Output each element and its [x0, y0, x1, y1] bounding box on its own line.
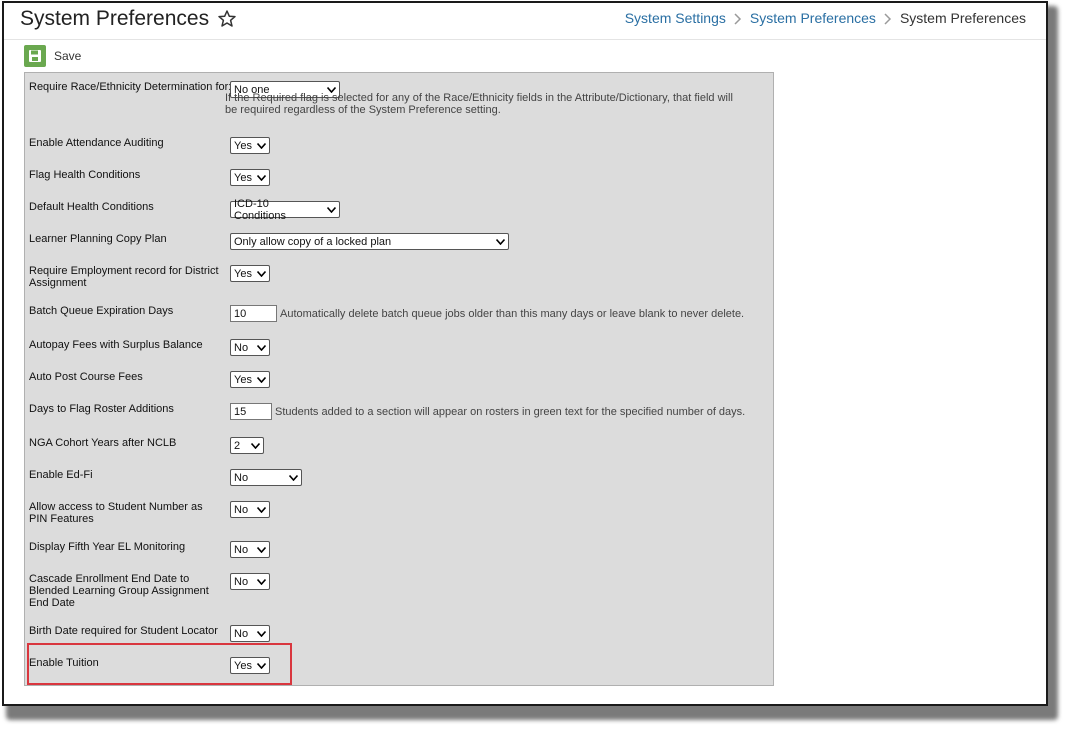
chevron-down-icon — [257, 546, 266, 553]
tuition-highlight-box — [27, 643, 292, 685]
learner-planning-select[interactable]: Only allow copy of a locked plan — [230, 233, 509, 250]
chevron-down-icon — [496, 238, 505, 245]
control-wrap: No — [230, 541, 270, 558]
field-label: Enable Ed-Fi — [29, 469, 93, 481]
save-button[interactable]: Save — [24, 44, 81, 68]
control-wrap: 15 Students added to a section will appe… — [230, 403, 745, 420]
chevron-down-icon — [257, 376, 266, 383]
autopay-select[interactable]: No — [230, 339, 270, 356]
race-ethnicity-note: If the Required flag is selected for any… — [225, 92, 733, 116]
control-wrap: Yes — [230, 371, 270, 388]
control-wrap: No — [230, 339, 270, 356]
chevron-down-icon — [257, 270, 266, 277]
student-pin-select[interactable]: No — [230, 501, 270, 518]
fifth-year-select[interactable]: No — [230, 541, 270, 558]
select-value: No — [234, 471, 249, 484]
field-label: Enable Attendance Auditing — [29, 137, 164, 149]
breadcrumb-system-settings[interactable]: System Settings — [625, 10, 726, 26]
field-label: Require Race/Ethnicity Determination for… — [29, 81, 232, 93]
roster-days-input[interactable]: 15 — [230, 403, 272, 420]
page-title: System Preferences — [20, 7, 210, 30]
field-label: Cascade Enrollment End Date to Blended L… — [29, 573, 209, 609]
select-value: No — [234, 503, 249, 516]
control-wrap: Yes — [230, 137, 270, 154]
field-label: NGA Cohort Years after NCLB — [29, 437, 177, 449]
birth-date-select[interactable]: No — [230, 625, 270, 642]
control-wrap: Yes — [230, 169, 270, 186]
chevron-down-icon — [257, 506, 266, 513]
chevron-down-icon — [251, 442, 260, 449]
save-label: Save — [54, 49, 82, 63]
select-value: 2 — [234, 439, 241, 452]
chevron-down-icon — [289, 474, 298, 481]
field-label: Learner Planning Copy Plan — [29, 233, 167, 245]
default-health-select[interactable]: ICD-10 Conditions — [230, 198, 340, 222]
field-label: Auto Post Course Fees — [29, 371, 143, 383]
page-header: System Preferences System Settings Syste… — [4, 3, 1046, 40]
cascade-select[interactable]: No — [230, 573, 270, 590]
select-value: No — [234, 575, 249, 588]
select-value: No — [234, 627, 249, 640]
field-label: Display Fifth Year EL Monitoring — [29, 541, 186, 553]
nga-cohort-select[interactable]: 2 — [230, 437, 264, 454]
star-icon[interactable] — [217, 9, 237, 29]
chevron-down-icon — [327, 206, 336, 213]
field-label: Days to Flag Roster Additions — [29, 403, 174, 415]
chevron-down-icon — [257, 174, 266, 181]
chevron-right-icon — [884, 12, 892, 25]
floppy-disk-icon — [24, 45, 46, 67]
select-value: Yes — [234, 171, 252, 184]
chevron-down-icon — [257, 142, 266, 149]
select-value: Yes — [234, 139, 252, 152]
field-label: Flag Health Conditions — [29, 169, 141, 181]
chevron-right-icon — [734, 12, 742, 25]
auto-post-select[interactable]: Yes — [230, 371, 270, 388]
control-wrap: ICD-10 Conditions — [230, 198, 340, 222]
employment-record-select[interactable]: Yes — [230, 265, 270, 282]
field-label: Require Employment record for District A… — [29, 265, 219, 289]
breadcrumb-current: System Preferences — [899, 10, 1026, 26]
breadcrumb: System Settings System Preferences Syste… — [625, 10, 1026, 26]
flag-health-select[interactable]: Yes — [230, 169, 270, 186]
control-wrap: No — [230, 469, 302, 486]
select-value: No — [234, 543, 249, 556]
select-value: Yes — [234, 267, 252, 280]
batch-queue-input[interactable]: 10 — [230, 305, 277, 322]
roster-days-hint: Students added to a section will appear … — [275, 405, 746, 418]
batch-queue-hint: Automatically delete batch queue jobs ol… — [280, 307, 745, 320]
field-label: Birth Date required for Student Locator — [29, 625, 218, 637]
select-value: Only allow copy of a locked plan — [234, 235, 392, 248]
select-value: Yes — [234, 373, 252, 386]
field-label: Batch Queue Expiration Days — [29, 305, 174, 317]
control-wrap: 2 — [230, 437, 264, 454]
breadcrumb-system-preferences[interactable]: System Preferences — [750, 10, 876, 26]
page-title-area: System Preferences — [20, 7, 237, 31]
ed-fi-select[interactable]: No — [230, 469, 302, 486]
control-wrap: Only allow copy of a locked plan — [230, 233, 509, 250]
chevron-down-icon — [257, 344, 266, 351]
field-label: Autopay Fees with Surplus Balance — [29, 339, 203, 351]
control-wrap: No — [230, 573, 270, 590]
attendance-auditing-select[interactable]: Yes — [230, 137, 270, 154]
chevron-down-icon — [257, 630, 266, 637]
preferences-form: Require Race/Ethnicity Determination for… — [24, 72, 774, 686]
field-label: Allow access to Student Number as PIN Fe… — [29, 501, 203, 525]
chevron-down-icon — [257, 578, 266, 585]
select-value: No — [234, 341, 249, 354]
control-wrap: Yes — [230, 265, 270, 282]
field-label: Default Health Conditions — [29, 201, 154, 213]
app-window: System Preferences System Settings Syste… — [2, 1, 1048, 706]
control-wrap: 10 Automatically delete batch queue jobs… — [230, 305, 744, 322]
control-wrap: No — [230, 501, 270, 518]
select-value: ICD-10 Conditions — [234, 197, 286, 222]
control-wrap: No — [230, 625, 270, 642]
